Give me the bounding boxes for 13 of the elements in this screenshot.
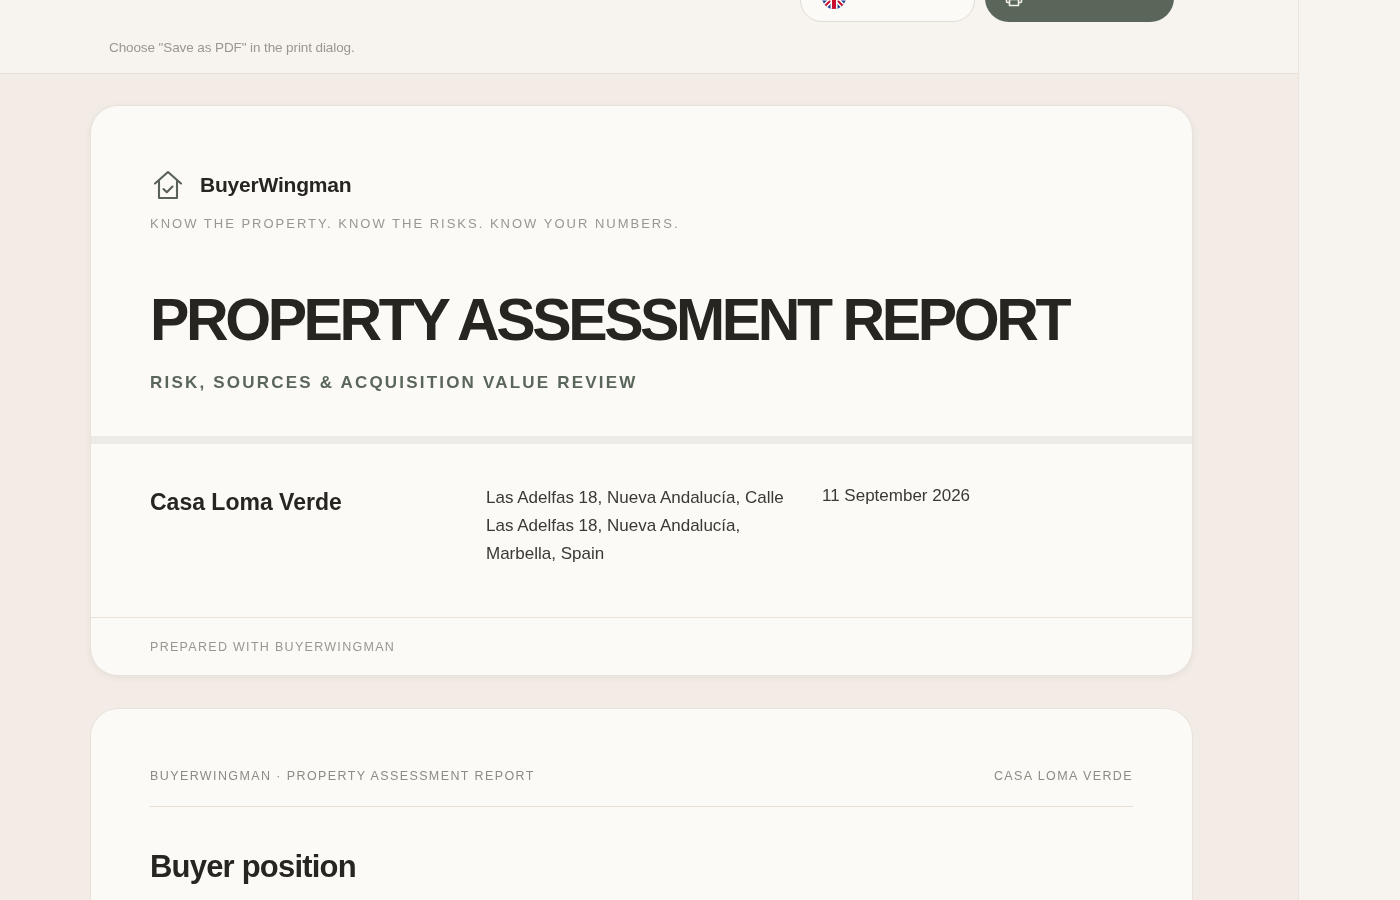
section-heading: Buyer position: [150, 848, 356, 886]
running-property-name: CASA LOMA VERDE: [993, 768, 1133, 784]
tagline: KNOW THE PROPERTY. KNOW THE RISKS. KNOW YOUR NUMBERS.: [150, 215, 680, 233]
brand-name: BuyerWingman: [200, 173, 352, 197]
print-hint: Choose "Save as PDF" in the print dialog.: [109, 40, 355, 56]
house-check-icon: [153, 170, 183, 200]
running-header: BUYERWINGMAN · PROPERTY ASSESSMENT REPORT: [150, 768, 535, 784]
report-date: 11 September 2026: [822, 485, 971, 507]
prepared-with-note: PREPARED WITH BUYERWINGMAN: [150, 639, 396, 655]
property-name: Casa Loma Verde: [150, 488, 342, 517]
report-subtitle: RISK, SOURCES & ACQUISITION VALUE REVIEW: [150, 372, 638, 394]
report-title: PROPERTY ASSESSMENT REPORT: [150, 286, 1069, 354]
property-address: Las Adelfas 18, Nueva Andalucía, Calle Las Adelfas 18, Nueva Andalucía, Marbella, Spain: [486, 487, 785, 565]
